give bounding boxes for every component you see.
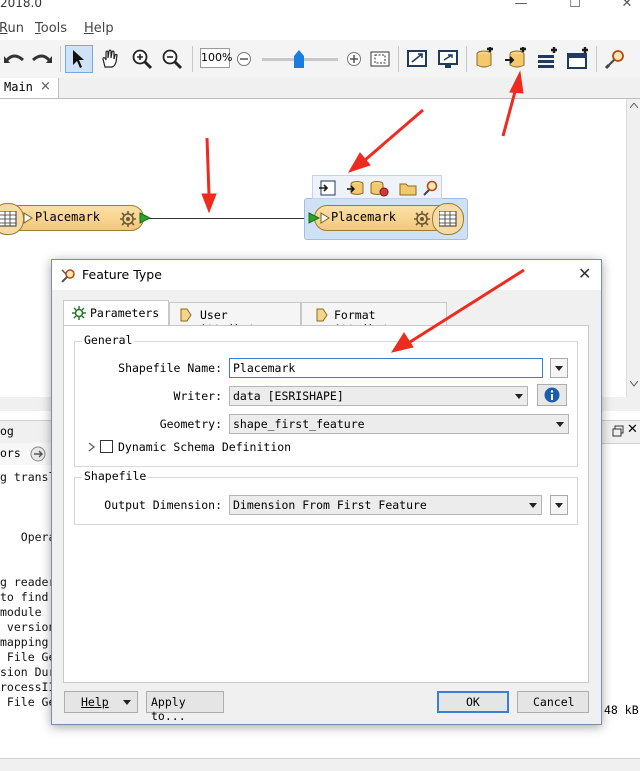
annotation-arrow-dialog bbox=[390, 268, 525, 353]
red-arrow-shapefile-name bbox=[390, 268, 525, 353]
